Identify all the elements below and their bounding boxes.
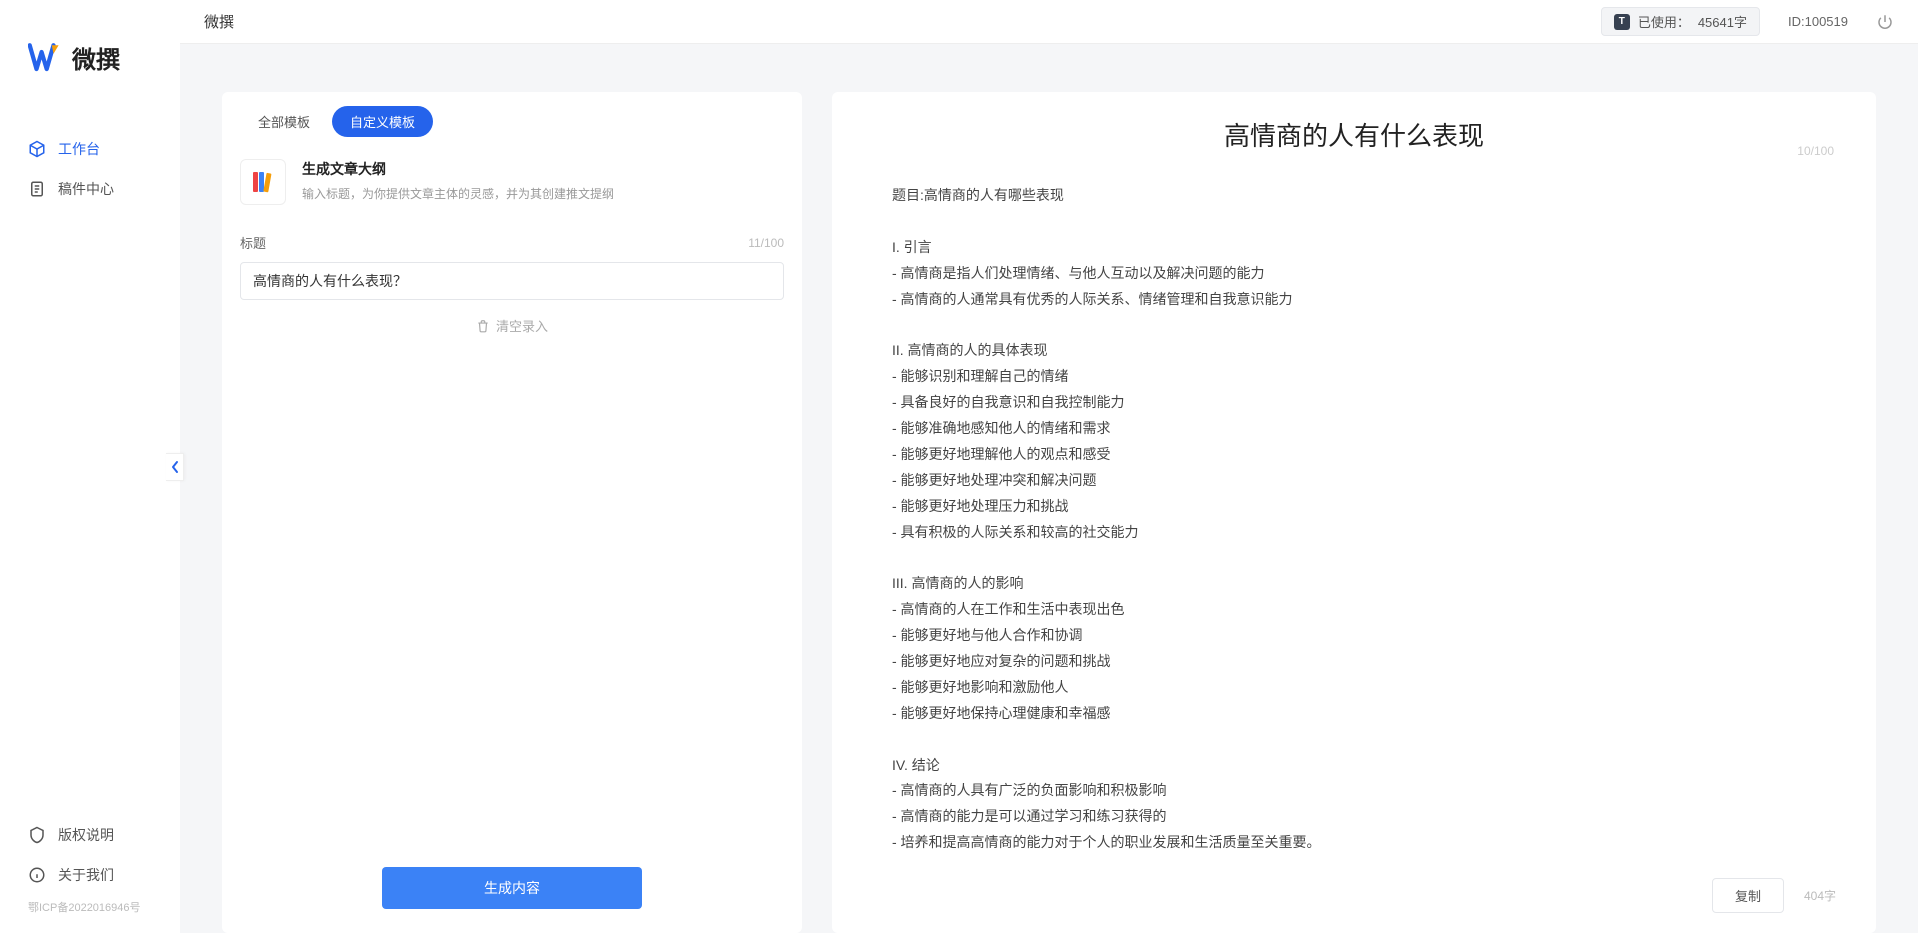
form-block: 标题 11/100 [222, 215, 802, 300]
tab-all-templates[interactable]: 全部模板 [240, 106, 328, 137]
sidebar-item-about[interactable]: 关于我们 [0, 855, 180, 895]
text-token-icon: T [1614, 14, 1630, 30]
shield-icon [28, 826, 46, 844]
sidebar-item-label: 工作台 [58, 139, 100, 159]
result-body[interactable]: 题目:高情商的人有哪些表现 I. 引言 - 高情商是指人们处理情绪、与他人互动以… [832, 159, 1876, 862]
topbar-right: T 已使用： 45641字 ID:100519 [1601, 7, 1894, 36]
nav-footer: 版权说明 关于我们 鄂ICP备2022016946号 [0, 815, 180, 933]
sidebar-item-copyright[interactable]: 版权说明 [0, 815, 180, 855]
books-icon [240, 159, 286, 205]
copy-button[interactable]: 复制 [1712, 878, 1784, 913]
clear-label: 清空录入 [496, 316, 548, 335]
main: 全部模板 自定义模板 生成文章大纲 输入标题，为你提供文章主体的灵感，并为其创建… [180, 44, 1918, 933]
topbar: 微撰 T 已使用： 45641字 ID:100519 [180, 0, 1918, 44]
template-info: 生成文章大纲 输入标题，为你提供文章主体的灵感，并为其创建推文提纲 [302, 159, 784, 205]
logo: 微撰 [0, 40, 180, 109]
clear-input-button[interactable]: 清空录入 [222, 300, 802, 351]
title-label: 标题 [240, 233, 266, 252]
sidebar-item-workspace[interactable]: 工作台 [0, 129, 180, 169]
generate-button[interactable]: 生成内容 [382, 867, 642, 909]
usage-badge[interactable]: T 已使用： 45641字 [1601, 7, 1760, 36]
form-header: 标题 11/100 [240, 233, 784, 252]
sidebar-collapse-handle[interactable] [166, 453, 184, 481]
template-title: 生成文章大纲 [302, 159, 784, 179]
doc-icon [28, 180, 46, 198]
power-icon[interactable] [1876, 13, 1894, 31]
usage-value: 45641字 [1698, 12, 1747, 31]
title-input[interactable] [240, 262, 784, 300]
info-icon [28, 866, 46, 884]
chevron-left-icon [170, 460, 180, 474]
sidebar-item-label: 版权说明 [58, 825, 114, 845]
usage-label: 已使用： [1638, 12, 1690, 31]
logo-text: 微撰 [72, 40, 120, 75]
result-title[interactable]: 高情商的人有什么表现 [832, 116, 1876, 153]
cube-icon [28, 140, 46, 158]
page-title: 微撰 [204, 11, 234, 32]
icp-text: 鄂ICP备2022016946号 [0, 895, 180, 925]
sidebar-item-label: 关于我们 [58, 865, 114, 885]
panel-template: 全部模板 自定义模板 生成文章大纲 输入标题，为你提供文章主体的灵感，并为其创建… [222, 92, 802, 933]
sidebar-item-drafts[interactable]: 稿件中心 [0, 169, 180, 209]
user-id: ID:100519 [1788, 14, 1848, 29]
template-desc: 输入标题，为你提供文章主体的灵感，并为其创建推文提纲 [302, 185, 784, 202]
nav-list: 工作台 稿件中心 [0, 129, 180, 815]
logo-icon [28, 43, 62, 73]
panel-result: 高情商的人有什么表现 10/100 题目:高情商的人有哪些表现 I. 引言 - … [832, 92, 1876, 933]
result-footer: 复制 404字 [832, 862, 1876, 933]
trash-icon [476, 319, 490, 333]
tab-custom-templates[interactable]: 自定义模板 [332, 106, 433, 137]
sidebar: 微撰 工作台 稿件中心 版权说明 关于我们 鄂ICP [0, 0, 180, 933]
sidebar-item-label: 稿件中心 [58, 179, 114, 199]
tabs: 全部模板 自定义模板 [222, 92, 802, 137]
word-count: 404字 [1804, 887, 1836, 904]
title-counter: 11/100 [748, 236, 784, 250]
template-card: 生成文章大纲 输入标题，为你提供文章主体的灵感，并为其创建推文提纲 [222, 137, 802, 215]
result-title-counter: 10/100 [1797, 144, 1834, 158]
